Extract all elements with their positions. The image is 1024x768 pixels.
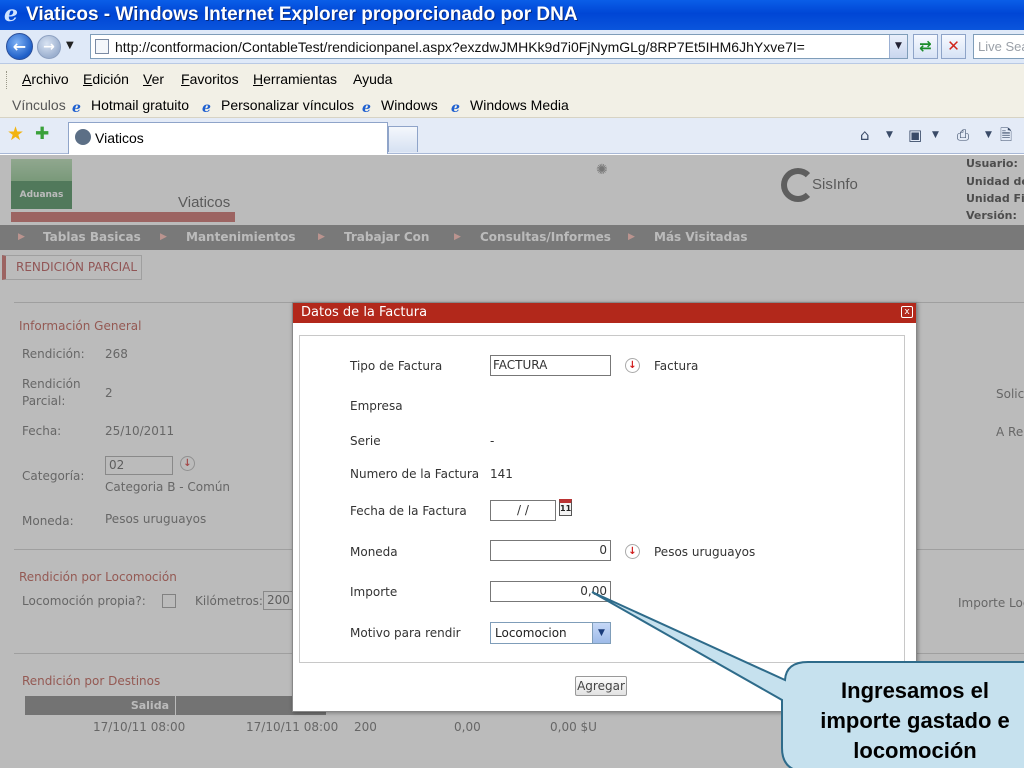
callout-line-2: importe gastado e xyxy=(820,708,1010,733)
callout-line-1: Ingresamos el xyxy=(841,678,989,703)
callout-text: Ingresamos el importe gastado e locomoci… xyxy=(790,676,1024,766)
callout-line-3: locomoción xyxy=(853,738,977,763)
callout-shape xyxy=(591,591,1024,768)
